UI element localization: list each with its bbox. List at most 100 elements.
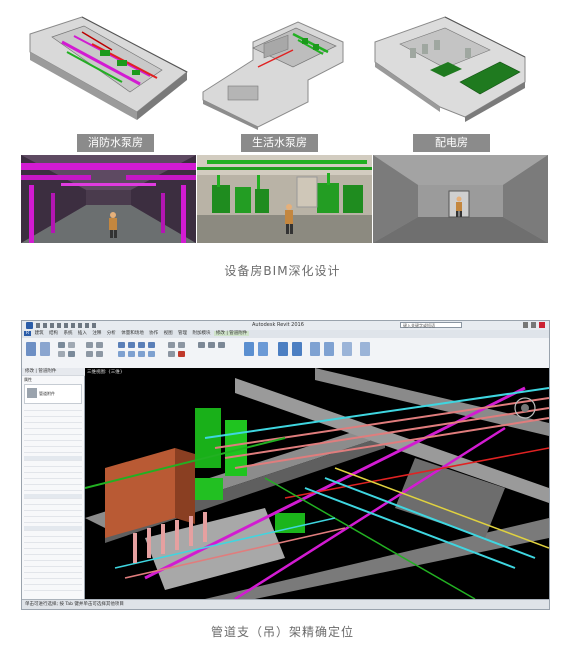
- property-row[interactable]: [24, 436, 82, 441]
- property-row[interactable]: [24, 424, 82, 429]
- add-insulation-icon[interactable]: [342, 342, 352, 356]
- revit-logo-icon[interactable]: [26, 322, 33, 329]
- property-row[interactable]: [24, 448, 82, 453]
- property-row[interactable]: [24, 562, 82, 567]
- paste-icon[interactable]: [58, 342, 65, 348]
- cut-icon[interactable]: [68, 342, 75, 348]
- tab-modify-pipe-accessory[interactable]: 修改 | 管道附件: [213, 331, 250, 336]
- property-row[interactable]: [24, 480, 82, 485]
- cut-geometry-icon[interactable]: [96, 342, 103, 348]
- power-distribution-room-render: [370, 12, 530, 130]
- tab-structure[interactable]: 结构: [47, 331, 60, 336]
- property-row[interactable]: [24, 550, 82, 555]
- fire-pump-room-render: [22, 12, 192, 130]
- domestic-water-pump-room-label: 生活水泵房: [241, 134, 318, 152]
- status-text: 单击可进行选择; 按 Tab 键并单击可选择其他项目: [25, 602, 124, 607]
- properties-title: 属性: [24, 377, 32, 382]
- view-tab-label[interactable]: 三维视图: {三维}: [87, 369, 123, 375]
- property-row[interactable]: [24, 486, 82, 491]
- connect-into-icon[interactable]: [258, 342, 268, 356]
- type-selector-label: 管道附件: [39, 391, 55, 396]
- property-row[interactable]: [24, 506, 82, 511]
- property-row[interactable]: [24, 544, 82, 549]
- offset-icon[interactable]: [128, 351, 135, 357]
- routing-icon[interactable]: [292, 342, 302, 356]
- 3d-view-canvas[interactable]: 三维视图: {三维}: [85, 368, 549, 599]
- trim-icon[interactable]: [168, 342, 175, 348]
- property-row[interactable]: [24, 462, 82, 467]
- property-row[interactable]: [24, 418, 82, 423]
- cope-icon[interactable]: [86, 342, 93, 348]
- property-group-header[interactable]: [24, 494, 82, 499]
- ribbon-tab-bar: R 建筑 结构 系统 插入 注释 分析 体量和场地 协作 视图 管理 附加模块 …: [22, 330, 549, 338]
- options-bar-label: 修改 | 管道附件: [25, 369, 57, 374]
- property-row[interactable]: [24, 568, 82, 573]
- revit-window: Autodesk Revit 2016 键入关键字或短语 R 建筑 结构 系统 …: [21, 320, 550, 610]
- property-row[interactable]: [24, 500, 82, 505]
- mirror-icon[interactable]: [148, 342, 155, 348]
- property-row[interactable]: [24, 586, 82, 591]
- edit-family-icon[interactable]: [244, 342, 254, 356]
- paint-icon[interactable]: [96, 351, 103, 357]
- property-row[interactable]: [24, 474, 82, 479]
- view-tool-icon[interactable]: [198, 342, 205, 348]
- property-row[interactable]: [24, 406, 82, 411]
- move-icon[interactable]: [118, 342, 125, 348]
- properties-palette: 属性 管道附件: [22, 376, 85, 599]
- extend-icon[interactable]: [178, 342, 185, 348]
- tab-manage[interactable]: 管理: [176, 331, 189, 336]
- equipment-room-caption: 设备房BIM深化设计: [224, 264, 341, 278]
- property-row[interactable]: [24, 518, 82, 523]
- property-row[interactable]: [24, 532, 82, 537]
- tab-massing[interactable]: 体量和场地: [119, 331, 146, 336]
- system-icon[interactable]: [310, 342, 320, 356]
- property-row[interactable]: [24, 512, 82, 517]
- scale-icon[interactable]: [148, 351, 155, 357]
- insulation-icon[interactable]: [324, 342, 334, 356]
- status-bar: 单击可进行选择; 按 Tab 键并单击可选择其他项目: [22, 599, 549, 609]
- property-row[interactable]: [24, 412, 82, 417]
- revit-title-bar: Autodesk Revit 2016 键入关键字或短语: [22, 321, 549, 330]
- tab-view[interactable]: 视图: [162, 331, 175, 336]
- property-row[interactable]: [24, 468, 82, 473]
- tab-addins[interactable]: 附加模块: [190, 331, 212, 336]
- property-row[interactable]: [24, 430, 82, 435]
- align-icon[interactable]: [118, 351, 125, 357]
- copy-icon[interactable]: [58, 351, 65, 357]
- copy-element-icon[interactable]: [128, 342, 135, 348]
- power-distribution-room-label: 配电房: [413, 134, 490, 152]
- delete-icon[interactable]: [178, 351, 185, 357]
- property-row[interactable]: [24, 574, 82, 579]
- quick-access-toolbar[interactable]: [36, 323, 96, 328]
- layout-icon[interactable]: [278, 342, 288, 356]
- properties-tool-icon[interactable]: [40, 342, 50, 356]
- property-row[interactable]: [24, 556, 82, 561]
- property-row[interactable]: [24, 442, 82, 447]
- measure-icon[interactable]: [208, 342, 215, 348]
- window-controls[interactable]: [523, 322, 545, 328]
- create-icon[interactable]: [218, 342, 225, 348]
- tab-file[interactable]: R: [24, 331, 32, 336]
- fire-pump-room-walkthrough: [21, 155, 196, 243]
- tab-insert[interactable]: 插入: [76, 331, 89, 336]
- property-group-header[interactable]: [24, 526, 82, 531]
- tab-collaborate[interactable]: 协作: [147, 331, 160, 336]
- generate-layout-icon[interactable]: [360, 342, 370, 356]
- pin-icon[interactable]: [168, 351, 175, 357]
- join-icon[interactable]: [68, 351, 75, 357]
- pipe-support-caption: 管道支（吊）架精确定位: [210, 625, 354, 639]
- property-group-header[interactable]: [24, 456, 82, 461]
- revit-search-input[interactable]: 键入关键字或短语: [400, 322, 462, 328]
- array-icon[interactable]: [138, 351, 145, 357]
- property-row[interactable]: [24, 538, 82, 543]
- revit-title-text: Autodesk Revit 2016: [252, 322, 304, 328]
- property-row[interactable]: [24, 580, 82, 585]
- tab-analyze[interactable]: 分析: [105, 331, 118, 336]
- type-selector[interactable]: 管道附件: [24, 384, 82, 404]
- tab-annotate[interactable]: 注释: [90, 331, 103, 336]
- tab-architecture[interactable]: 建筑: [33, 331, 46, 336]
- split-icon[interactable]: [86, 351, 93, 357]
- modify-tool-icon[interactable]: [26, 342, 36, 356]
- tab-systems[interactable]: 系统: [61, 331, 74, 336]
- rotate-icon[interactable]: [138, 342, 145, 348]
